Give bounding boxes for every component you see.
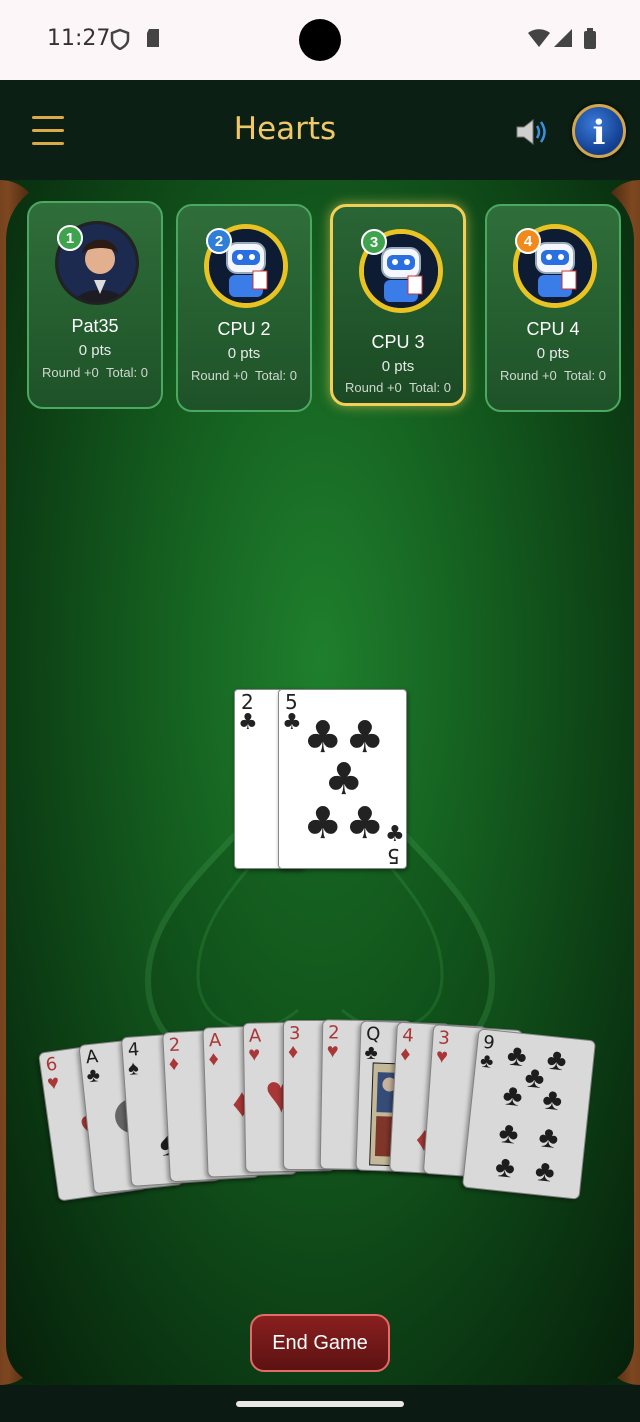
player-round-total: Round +0 Total: 0 [500, 368, 606, 383]
player-card-2: 2 CPU 2 0 pts Round +0 Total: 0 [176, 204, 312, 412]
status-bar: 11:27 [0, 0, 640, 80]
battery-icon [584, 28, 596, 49]
player-name: CPU 4 [526, 319, 580, 339]
info-icon: i [592, 113, 606, 153]
player-points: 0 pts [78, 342, 112, 359]
signal-icon [554, 29, 572, 47]
speaker-icon[interactable] [514, 115, 550, 149]
player-points: 0 pts [536, 345, 570, 362]
home-gesture-bar[interactable] [236, 1401, 404, 1407]
player-round-total: Round +0 Total: 0 [42, 365, 148, 380]
player-name: CPU 3 [371, 332, 425, 352]
seat-badge: 1 [57, 225, 83, 251]
wifi-icon [528, 29, 550, 47]
player-card-1: 1 Pat35 0 pts Round +0 Total: 0 [27, 201, 163, 409]
player-points: 0 pts [227, 345, 261, 362]
info-button[interactable]: i [572, 104, 626, 158]
status-time: 11:27 [47, 26, 111, 51]
seat-badge: 2 [206, 228, 232, 254]
camera-cutout [299, 19, 341, 61]
player-card-3: 3 CPU 3 0 pts Round +0 Total: 0 [330, 204, 466, 406]
end-game-button[interactable]: End Game [250, 1314, 390, 1372]
seat-badge: 3 [361, 229, 387, 255]
page-title: Hearts [233, 111, 337, 147]
player-round-total: Round +0 Total: 0 [345, 380, 451, 395]
shield-icon [110, 28, 130, 50]
player-round-total: Round +0 Total: 0 [191, 368, 297, 383]
trick-card-5-clubs: 5 ♣ ♣ ♣ ♣ ♣ ♣ ♣ 5 [278, 689, 407, 869]
player-card-4: 4 CPU 4 0 pts Round +0 Total: 0 [485, 204, 621, 412]
player-points: 0 pts [381, 358, 415, 375]
sd-card-icon [147, 29, 159, 47]
seat-badge: 4 [515, 228, 541, 254]
player-name: Pat35 [71, 316, 119, 336]
player-name: CPU 2 [217, 319, 271, 339]
hand-card[interactable]: 9 ♣ ♣ ♣ ♣ ♣ ♣ ♣ ♣ ♣ ♣ [461, 1028, 597, 1200]
